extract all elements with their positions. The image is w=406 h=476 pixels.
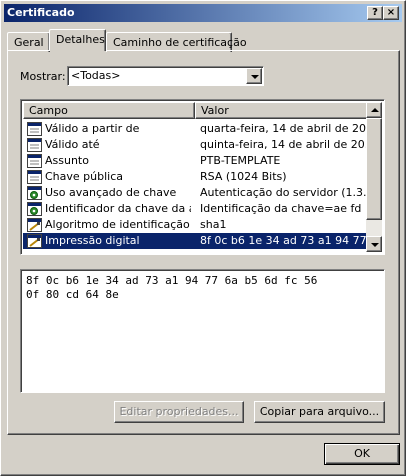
field-name-cell: Chave pública	[45, 170, 124, 183]
scroll-down-button[interactable]	[366, 236, 382, 252]
help-button[interactable]: ?	[367, 6, 383, 20]
tab-detalhes-label: Detalhes	[56, 33, 105, 46]
scroll-thumb[interactable]	[366, 118, 382, 220]
field-value-cell: sha1	[200, 218, 227, 231]
tab-detalhes[interactable]: Detalhes	[49, 29, 106, 51]
window-title: Certificado	[7, 6, 75, 19]
table-row[interactable]: Válido a partir de quarta-feira, 14 de ab…	[23, 121, 368, 137]
field-name-cell: Válido até	[45, 138, 100, 151]
value-detail-textbox[interactable]: 8f 0c b6 1e 34 ad 73 a1 94 77 6a b5 6d f…	[20, 269, 385, 393]
scroll-up-button[interactable]	[366, 102, 382, 118]
property-icon	[27, 218, 42, 232]
table-row[interactable]: Chave pública RSA (1024 Bits)	[23, 169, 368, 185]
field-value-cell: PTB-TEMPLATE	[200, 154, 281, 167]
table-row[interactable]: Uso avançado de chave Autenticação do ser…	[23, 185, 368, 201]
property-icon	[27, 234, 42, 248]
field-icon	[27, 154, 42, 168]
filter-label: Mostrar:	[20, 70, 66, 83]
arrow-down-icon	[371, 243, 379, 247]
tab-caminho-label: Caminho de certificação	[113, 36, 247, 49]
fields-list[interactable]: Campo Valor Válido a partir de quarta-fei…	[20, 99, 385, 255]
dropdown-arrow-button[interactable]	[246, 68, 262, 84]
table-row[interactable]: Válido até quinta-feira, 14 de abril de 2…	[23, 137, 368, 153]
field-value-cell: quarta-feira, 14 de abril de 20...	[200, 122, 368, 135]
field-name-cell: Impressão digital	[45, 234, 140, 247]
list-header: Campo Valor	[23, 102, 368, 119]
column-header-valor[interactable]: Valor	[195, 102, 368, 119]
filter-value: <Todas>	[71, 69, 121, 82]
ok-label: OK	[354, 447, 370, 460]
field-name-cell: Válido a partir de	[45, 122, 140, 135]
field-name-cell: Algoritmo de identificação	[45, 218, 190, 231]
field-name-cell: Assunto	[45, 154, 89, 167]
field-value-cell: Identificação da chave=ae fd ...	[200, 202, 368, 215]
field-value-cell: quinta-feira, 14 de abril de 20...	[200, 138, 368, 151]
vertical-scrollbar[interactable]	[366, 102, 382, 252]
edit-properties-button[interactable]: Editar propriedades...	[114, 401, 244, 423]
table-row[interactable]: Impressão digital 8f 0c b6 1e 34 ad 73 a1…	[23, 233, 368, 249]
extension-icon	[27, 186, 42, 200]
filter-dropdown[interactable]: <Todas>	[67, 66, 264, 86]
table-row[interactable]: Assunto PTB-TEMPLATE	[23, 153, 368, 169]
field-icon	[27, 170, 42, 184]
field-value-cell: 8f 0c b6 1e 34 ad 73 a1 94 77 ...	[200, 234, 368, 247]
tab-geral-label: Geral	[14, 36, 44, 49]
field-icon	[27, 138, 42, 152]
certificate-dialog: Certificado ? × Geral Detalhes Caminho d…	[0, 0, 406, 476]
title-bar[interactable]: Certificado ? ×	[4, 4, 402, 22]
copy-to-file-button[interactable]: Copiar para arquivo...	[254, 401, 385, 423]
field-name-cell: Uso avançado de chave	[45, 186, 177, 199]
table-row[interactable]: Identificador da chave da a... Identifica…	[23, 201, 368, 217]
arrow-up-icon	[371, 108, 379, 112]
tab-caminho[interactable]: Caminho de certificação	[106, 32, 247, 52]
extension-icon	[27, 202, 42, 216]
table-row[interactable]: Algoritmo de identificação sha1	[23, 217, 368, 233]
edit-properties-label: Editar propriedades...	[119, 405, 239, 418]
copy-to-file-label: Copiar para arquivo...	[259, 405, 380, 418]
field-value-cell: RSA (1024 Bits)	[200, 170, 287, 183]
ok-button[interactable]: OK	[324, 443, 400, 465]
field-name-cell: Identificador da chave da a...	[45, 202, 191, 215]
chevron-down-icon	[251, 75, 259, 79]
field-icon	[27, 122, 42, 136]
field-value-cell: Autenticação do servidor (1.3....	[200, 186, 368, 199]
tab-geral[interactable]: Geral	[7, 32, 50, 52]
close-button[interactable]: ×	[383, 6, 399, 20]
column-header-campo[interactable]: Campo	[23, 102, 195, 119]
